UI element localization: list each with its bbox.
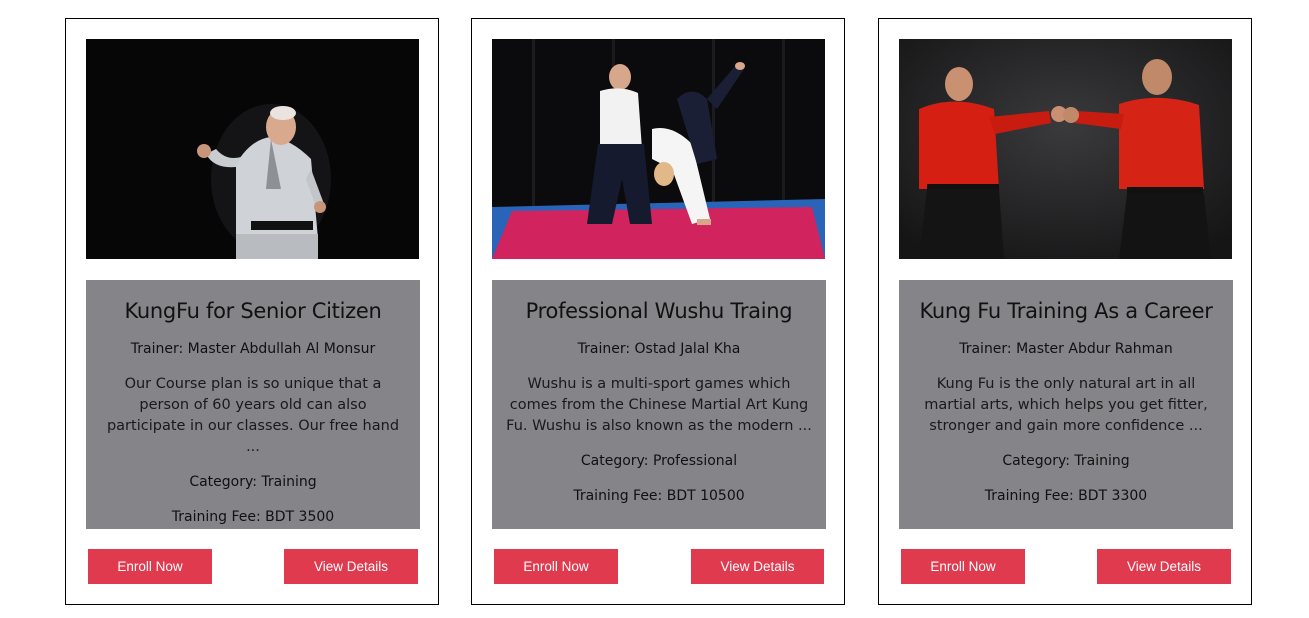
course-card-senior-kungfu: KungFu for Senior Citizen Trainer: Maste… xyxy=(65,18,439,605)
view-details-button[interactable]: View Details xyxy=(1097,549,1231,584)
view-details-button[interactable]: View Details xyxy=(691,549,824,584)
course-description: Our Course plan is so unique that a pers… xyxy=(106,376,400,455)
enroll-now-button[interactable]: Enroll Now xyxy=(494,549,618,584)
course-card-kungfu-career: Kung Fu Training As a Career Trainer: Ma… xyxy=(878,18,1252,605)
course-category: Category: Training xyxy=(1002,453,1130,469)
course-trainer: Trainer: Master Abdur Rahman xyxy=(959,341,1173,357)
course-fee: Training Fee: BDT 10500 xyxy=(573,488,745,504)
course-fee: Training Fee: BDT 3500 xyxy=(171,509,335,525)
course-info-panel: Professional Wushu Traing Trainer: Ostad… xyxy=(492,280,826,529)
photo-senior-karate-master xyxy=(86,39,419,259)
enroll-now-button[interactable]: Enroll Now xyxy=(901,549,1025,584)
course-trainer: Trainer: Master Abdullah Al Monsur xyxy=(130,341,376,357)
course-category: Category: Professional xyxy=(580,453,738,469)
course-description: Wushu is a multi-sport games which comes… xyxy=(506,376,812,434)
photo-aikido-throw xyxy=(492,39,825,259)
course-title: Professional Wushu Traing xyxy=(525,299,793,323)
course-card-wushu: Professional Wushu Traing Trainer: Ostad… xyxy=(471,18,845,605)
course-photo xyxy=(492,39,825,259)
course-fee: Training Fee: BDT 3300 xyxy=(984,488,1148,504)
course-trainer: Trainer: Ostad Jalal Kha xyxy=(577,341,741,357)
course-photo xyxy=(86,39,419,259)
course-title: Kung Fu Training As a Career xyxy=(919,299,1213,323)
course-description: Kung Fu is the only natural art in all m… xyxy=(924,376,1208,434)
course-info-panel: Kung Fu Training As a Career Trainer: Ma… xyxy=(899,280,1233,529)
enroll-now-button[interactable]: Enroll Now xyxy=(88,549,212,584)
course-info-panel: KungFu for Senior Citizen Trainer: Maste… xyxy=(86,280,420,529)
view-details-button[interactable]: View Details xyxy=(284,549,418,584)
course-photo xyxy=(899,39,1232,259)
course-title: KungFu for Senior Citizen xyxy=(124,299,382,323)
course-category: Category: Training xyxy=(189,474,317,490)
photo-kungfu-sparring xyxy=(899,39,1232,259)
